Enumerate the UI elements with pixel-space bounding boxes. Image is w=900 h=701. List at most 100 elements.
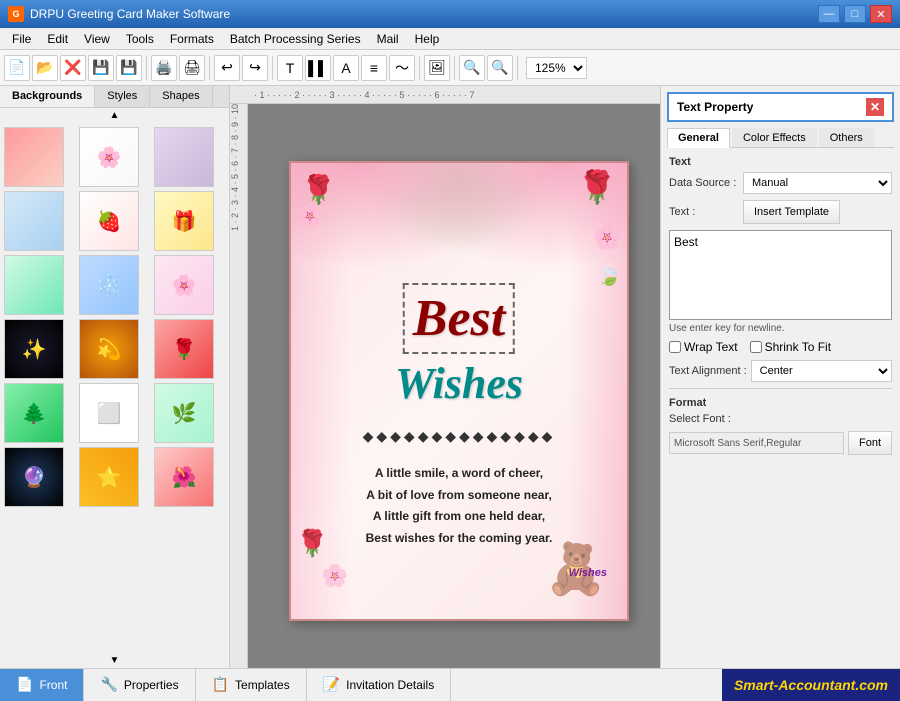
card-verse: A little smile, a word of cheer, A bit o… bbox=[366, 463, 553, 549]
text-content-area[interactable]: Best bbox=[669, 230, 892, 320]
menu-edit[interactable]: Edit bbox=[39, 30, 76, 48]
prop-tab-color-effects[interactable]: Color Effects bbox=[732, 128, 817, 147]
image-tool[interactable]: 🖼 bbox=[424, 55, 450, 81]
text-tool[interactable]: T bbox=[277, 55, 303, 81]
checkbox-row: Wrap Text Shrink To Fit bbox=[669, 340, 892, 354]
font-button[interactable]: Font bbox=[848, 431, 892, 455]
thumb-16[interactable]: 🔮 bbox=[4, 447, 64, 507]
thumb-9[interactable]: 🌸 bbox=[154, 255, 214, 315]
tab-shapes[interactable]: Shapes bbox=[150, 86, 212, 107]
thumb-3[interactable] bbox=[154, 127, 214, 187]
verse-line-4: Best wishes for the coming year. bbox=[366, 528, 553, 550]
greeting-card[interactable]: 🌹 🌹 🌸 🌸 🌹 🌸 🍃 Best Wishes ◆◆◆◆◆◆◆◆◆◆◆◆◆◆… bbox=[289, 161, 629, 621]
scroll-up-arrow[interactable]: ▲ bbox=[0, 108, 229, 123]
shrink-to-fit-checkbox[interactable] bbox=[750, 341, 762, 353]
bottom-tab-front[interactable]: 📄 Front bbox=[0, 669, 84, 701]
select-font-row: Select Font : bbox=[669, 413, 892, 425]
properties-icon: 🔧 bbox=[100, 676, 117, 693]
verse-line-1: A little smile, a word of cheer, bbox=[366, 463, 553, 485]
thumb-2[interactable]: 🌸 bbox=[79, 127, 139, 187]
toolbar-separator-5 bbox=[454, 56, 455, 80]
open-button[interactable]: 📂 bbox=[32, 55, 58, 81]
card-text-best[interactable]: Best bbox=[403, 283, 515, 354]
thumb-1[interactable] bbox=[4, 127, 64, 187]
bottom-bar: 📄 Front 🔧 Properties 📋 Templates 📝 Invit… bbox=[0, 668, 900, 700]
zoom-out-button[interactable]: 🔍 bbox=[487, 55, 513, 81]
format-section-title: Format bbox=[669, 397, 892, 409]
font-input[interactable] bbox=[669, 432, 844, 454]
thumb-14[interactable]: ⬜ bbox=[79, 383, 139, 443]
prop-tab-others[interactable]: Others bbox=[819, 128, 874, 147]
tab-backgrounds[interactable]: Backgrounds bbox=[0, 86, 95, 107]
card-container: 🌹 🌹 🌸 🌸 🌹 🌸 🍃 Best Wishes ◆◆◆◆◆◆◆◆◆◆◆◆◆◆… bbox=[258, 114, 660, 668]
canvas-area: · 1 · · · · · 2 · · · · · 3 · · · · · 4 … bbox=[230, 86, 660, 668]
shape-tool[interactable]: A bbox=[333, 55, 359, 81]
prop-tab-general[interactable]: General bbox=[667, 128, 730, 148]
format-section: Format Select Font : Font bbox=[669, 388, 892, 455]
menu-batch[interactable]: Batch Processing Series bbox=[222, 30, 369, 48]
thumb-11[interactable]: 💫 bbox=[79, 319, 139, 379]
menu-formats[interactable]: Formats bbox=[162, 30, 222, 48]
toolbar: 📄 📂 ❌ 💾 💾 🖨️ 🖨 ↩ ↪ T ▌▌ A ≡ 〜 🖼 🔍 🔍 125%… bbox=[0, 50, 900, 86]
menu-view[interactable]: View bbox=[76, 30, 118, 48]
tab-styles[interactable]: Styles bbox=[95, 86, 150, 107]
redo-button[interactable]: ↪ bbox=[242, 55, 268, 81]
bottom-tab-properties[interactable]: 🔧 Properties bbox=[84, 669, 195, 701]
minimize-button[interactable]: — bbox=[818, 5, 840, 23]
maximize-button[interactable]: □ bbox=[844, 5, 866, 23]
squiggle-tool[interactable]: 〜 bbox=[389, 55, 415, 81]
property-tabs: General Color Effects Others bbox=[667, 128, 894, 148]
scroll-down-arrow[interactable]: ▼ bbox=[0, 653, 229, 668]
thumb-6[interactable]: 🎁 bbox=[154, 191, 214, 251]
align-tool[interactable]: ≡ bbox=[361, 55, 387, 81]
zoom-in-button[interactable]: 🔍 bbox=[459, 55, 485, 81]
insert-template-button[interactable]: Insert Template bbox=[743, 200, 840, 224]
thumb-5[interactable]: 🍓 bbox=[79, 191, 139, 251]
thumb-8[interactable]: ❄️ bbox=[79, 255, 139, 315]
title-bar-left: G DRPU Greeting Card Maker Software bbox=[8, 6, 230, 22]
undo-button[interactable]: ↩ bbox=[214, 55, 240, 81]
menu-help[interactable]: Help bbox=[407, 30, 448, 48]
property-close-button[interactable]: ✕ bbox=[866, 98, 884, 116]
new-button[interactable]: 📄 bbox=[4, 55, 30, 81]
title-bar: G DRPU Greeting Card Maker Software — □ … bbox=[0, 0, 900, 28]
thumb-17[interactable]: ⭐ bbox=[79, 447, 139, 507]
thumb-7[interactable] bbox=[4, 255, 64, 315]
wrap-text-label: Wrap Text bbox=[684, 340, 738, 354]
front-icon: 📄 bbox=[16, 676, 33, 693]
thumb-12[interactable]: 🌹 bbox=[154, 319, 214, 379]
menu-mail[interactable]: Mail bbox=[369, 30, 407, 48]
bottom-tab-templates[interactable]: 📋 Templates bbox=[196, 669, 307, 701]
save-button[interactable]: 💾 bbox=[88, 55, 114, 81]
print-button[interactable]: 🖨️ bbox=[151, 55, 177, 81]
datasource-select[interactable]: Manual Database bbox=[743, 172, 892, 194]
menu-tools[interactable]: Tools bbox=[118, 30, 162, 48]
zoom-select[interactable]: 125% 100% 75% 150% bbox=[526, 57, 587, 79]
ruler-vertical: 1 · 2 · 3 · 4 · 5 · 6 · 7 · 8 · 9 · 10 bbox=[230, 104, 248, 668]
alignment-select[interactable]: Left Center Right Justify bbox=[751, 360, 892, 382]
bottom-tab-invitation[interactable]: 📝 Invitation Details bbox=[307, 669, 451, 701]
menu-file[interactable]: File bbox=[4, 30, 39, 48]
alignment-row: Text Alignment : Left Center Right Justi… bbox=[669, 360, 892, 382]
wrap-text-checkbox[interactable] bbox=[669, 341, 681, 353]
verse-line-2: A bit of love from someone near, bbox=[366, 485, 553, 507]
barcode-tool[interactable]: ▌▌ bbox=[305, 55, 331, 81]
thumb-15[interactable]: 🌿 bbox=[154, 383, 214, 443]
save-as-button[interactable]: 💾 bbox=[116, 55, 142, 81]
thumb-18[interactable]: 🌺 bbox=[154, 447, 214, 507]
thumb-10[interactable]: ✨ bbox=[4, 319, 64, 379]
print-preview-button[interactable]: 🖨 bbox=[179, 55, 205, 81]
panel-scroll[interactable]: 🌸 🍓 🎁 ❄️ 🌸 ✨ 💫 🌹 🌲 ⬜ 🌿 🔮 ⭐ 🌺 bbox=[0, 123, 229, 653]
close-button[interactable]: ✕ bbox=[870, 5, 892, 23]
app-icon: G bbox=[8, 6, 24, 22]
select-font-label: Select Font : bbox=[669, 413, 739, 425]
thumb-13[interactable]: 🌲 bbox=[4, 383, 64, 443]
thumb-4[interactable] bbox=[4, 191, 64, 251]
shrink-to-fit-item: Shrink To Fit bbox=[750, 340, 831, 354]
newline-hint: Use enter key for newline. bbox=[669, 323, 892, 334]
templates-label: Templates bbox=[235, 678, 290, 692]
close-doc-button[interactable]: ❌ bbox=[60, 55, 86, 81]
toolbar-separator-4 bbox=[419, 56, 420, 80]
card-diamonds: ◆◆◆◆◆◆◆◆◆◆◆◆◆◆ bbox=[363, 428, 556, 445]
properties-label: Properties bbox=[124, 678, 179, 692]
